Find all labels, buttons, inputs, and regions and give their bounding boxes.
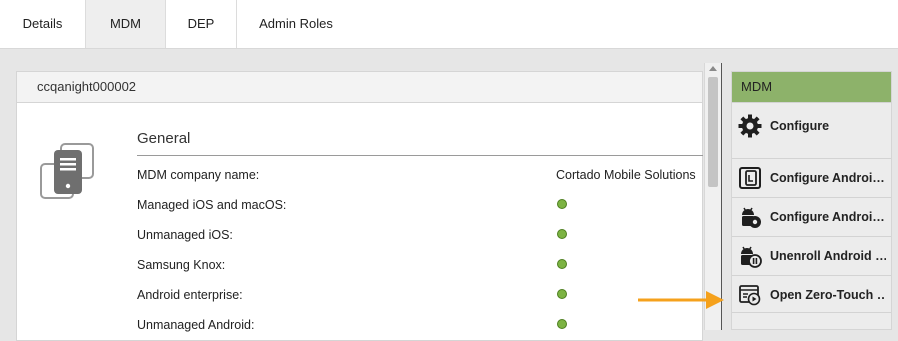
- status-dot-android-enterprise: [557, 289, 567, 299]
- device-name-header: ccqanight000002: [17, 72, 702, 103]
- device-details-panel: ccqanight000002 General MDM company name…: [16, 71, 703, 341]
- device-icon: [40, 143, 94, 199]
- tab-dep[interactable]: DEP: [166, 0, 237, 48]
- mdm-actions-panel: MDM Configure Configure Androi… Configur…: [731, 71, 892, 330]
- orange-arrow-icon: [638, 291, 724, 309]
- mdm-actions-header: MDM: [732, 72, 891, 102]
- tab-gap: [0, 49, 898, 63]
- unenroll-android-label: Unenroll Android …: [770, 249, 886, 263]
- gear-icon: [738, 114, 762, 138]
- open-window-icon: [739, 285, 761, 306]
- status-dot-unmanaged-ios: [557, 229, 567, 239]
- configure-button[interactable]: Configure: [732, 102, 891, 148]
- android-gear-icon: [742, 207, 761, 228]
- row-label-android-enterprise: Android enterprise:: [137, 288, 243, 302]
- scroll-up-arrow-icon[interactable]: [709, 66, 717, 71]
- tab-admin-roles[interactable]: Admin Roles: [237, 0, 355, 48]
- row-label-managed-ios-macos: Managed iOS and macOS:: [137, 198, 287, 212]
- scrollbar-thumb[interactable]: [708, 77, 718, 187]
- configure-button-label: Configure: [770, 119, 830, 133]
- row-label-mdm-company: MDM company name:: [137, 168, 260, 182]
- status-dot-unmanaged-android: [557, 319, 567, 329]
- section-title-general: General: [137, 130, 191, 147]
- configure-android-enterprise-label: Configure Androi…: [770, 210, 885, 224]
- configure-android-enterprise-button[interactable]: Configure Androi…: [732, 197, 891, 235]
- row-label-samsung-knox: Samsung Knox:: [137, 258, 226, 272]
- tab-mdm[interactable]: MDM: [85, 0, 166, 48]
- unenroll-android-button[interactable]: Unenroll Android …: [732, 236, 891, 274]
- open-zero-touch-label: Open Zero-Touch …: [770, 288, 886, 302]
- tab-details[interactable]: Details: [0, 0, 86, 48]
- configure-android-settings-label: Configure Androi…: [770, 171, 885, 185]
- row-value-mdm-company: Cortado Mobile Solutions: [556, 168, 696, 182]
- section-divider: [137, 155, 703, 156]
- row-label-unmanaged-ios: Unmanaged iOS:: [137, 228, 233, 242]
- android-pause-icon: [741, 246, 762, 268]
- android-settings-icon: [739, 167, 761, 189]
- open-zero-touch-button[interactable]: Open Zero-Touch …: [732, 275, 891, 313]
- status-dot-managed-ios-macos: [557, 199, 567, 209]
- status-dot-samsung-knox: [557, 259, 567, 269]
- configure-android-settings-button[interactable]: Configure Androi…: [732, 158, 891, 196]
- tab-bar: Details MDM DEP Admin Roles: [0, 0, 898, 49]
